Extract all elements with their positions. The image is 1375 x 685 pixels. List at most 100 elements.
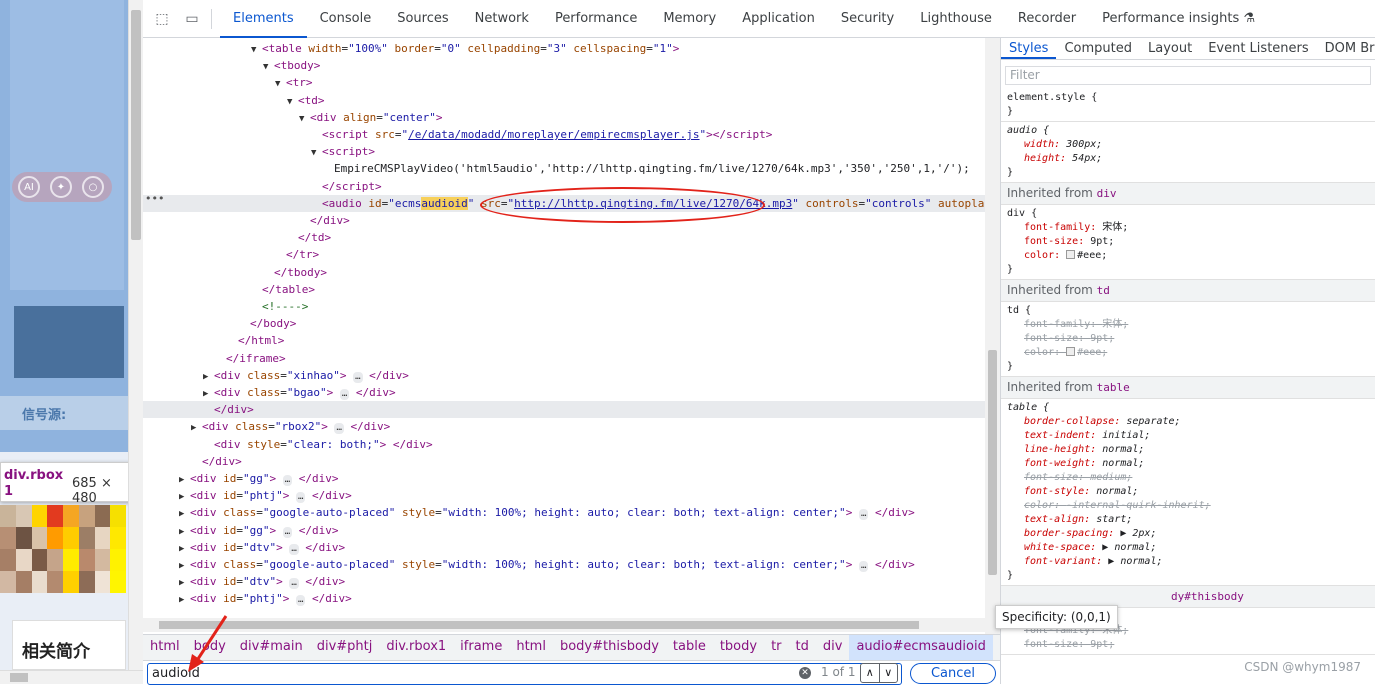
rule-selector[interactable]: td {: [1007, 304, 1369, 318]
breadcrumb-item[interactable]: div#main: [233, 635, 310, 661]
dom-node-line[interactable]: ▶ <div class="bgao"> … </div>: [143, 384, 985, 401]
dom-node-line[interactable]: </tr>: [143, 246, 985, 263]
page-scroll-thumb[interactable]: [131, 10, 141, 240]
rule-selector[interactable]: audio {: [1007, 124, 1369, 138]
styles-tab[interactable]: Computed: [1056, 40, 1140, 59]
breadcrumb-item[interactable]: tr: [764, 635, 788, 661]
style-property[interactable]: color: #eee;: [1007, 249, 1369, 263]
dom-node-line[interactable]: </iframe>: [143, 350, 985, 367]
search-input[interactable]: audioid: [147, 663, 902, 685]
tab-sources[interactable]: Sources: [384, 0, 461, 38]
dom-node-line[interactable]: </div>: [143, 453, 985, 470]
element-style-selector[interactable]: element.style {: [1007, 91, 1369, 105]
floating-toolbar[interactable]: AI ✦ ○: [12, 172, 112, 202]
style-property[interactable]: font-size: 9pt;: [1007, 235, 1369, 249]
tab-performance-insights[interactable]: Performance insights ⚗: [1089, 0, 1268, 38]
styles-tab[interactable]: Styles: [1001, 40, 1057, 59]
dom-node-line[interactable]: ▶ <div class="xinhao"> … </div>: [143, 367, 985, 384]
inherited-tag[interactable]: table: [1097, 381, 1130, 394]
tab-network[interactable]: Network: [462, 0, 542, 38]
dom-node-line[interactable]: ▼ <div align="center">: [143, 109, 985, 126]
search-icon[interactable]: ○: [82, 176, 104, 198]
dom-node-line[interactable]: ▶ <div class="google-auto-placed" style="…: [143, 556, 985, 573]
style-property[interactable]: text-indent: initial;: [1007, 429, 1369, 443]
tab-lighthouse[interactable]: Lighthouse: [907, 0, 1005, 38]
styles-tab[interactable]: DOM Breakp: [1317, 40, 1375, 59]
rule-selector[interactable]: div {: [1007, 207, 1369, 221]
breadcrumb-item[interactable]: div.rbox1: [379, 635, 453, 661]
tab-application[interactable]: Application: [729, 0, 828, 38]
style-property[interactable]: font-variant: ▶ normal;: [1007, 555, 1369, 569]
style-property[interactable]: line-height: normal;: [1007, 443, 1369, 457]
styles-tab[interactable]: Layout: [1140, 40, 1200, 59]
dom-node-line[interactable]: </td>: [143, 229, 985, 246]
dom-node-line[interactable]: <div style="clear: both;"> </div>: [143, 436, 985, 453]
tab-console[interactable]: Console: [307, 0, 385, 38]
dom-node-line[interactable]: ▶ <div id="dtv"> … </div>: [143, 573, 985, 590]
dom-node-line[interactable]: ▼ <tbody>: [143, 57, 985, 74]
dom-node-line[interactable]: ▼ <table width="100%" border="0" cellpadd…: [143, 40, 985, 57]
inherited-tag[interactable]: div: [1097, 187, 1117, 200]
dom-node-line[interactable]: ▼ <tr>: [143, 74, 985, 91]
magic-wand-icon[interactable]: ✦: [50, 176, 72, 198]
dom-node-line[interactable]: </tbody>: [143, 264, 985, 281]
tab-recorder[interactable]: Recorder: [1005, 0, 1089, 38]
tab-memory[interactable]: Memory: [650, 0, 729, 38]
dom-node-line[interactable]: EmpireCMSPlayVideo('html5audio','http://…: [143, 160, 985, 177]
breadcrumb-item[interactable]: html: [509, 635, 553, 661]
breadcrumb-item[interactable]: table: [666, 635, 713, 661]
style-property[interactable]: width: 300px;: [1007, 138, 1369, 152]
dom-node-line[interactable]: ▶ <div id="phtj"> … </div>: [143, 590, 985, 607]
breadcrumb-item[interactable]: div#phtj: [310, 635, 380, 661]
style-property[interactable]: white-space: ▶ normal;: [1007, 541, 1369, 555]
clear-search-icon[interactable]: ✕: [799, 667, 811, 679]
chevron-down-icon[interactable]: ∨: [878, 664, 898, 682]
more-options-dots[interactable]: •••: [145, 192, 164, 205]
tab-performance[interactable]: Performance: [542, 0, 650, 38]
ai-icon[interactable]: AI: [18, 176, 40, 198]
chevron-up-icon[interactable]: ∧: [861, 664, 879, 682]
breadcrumb-item[interactable]: html: [143, 635, 187, 661]
color-swatch[interactable]: [1066, 250, 1076, 259]
dom-node-line[interactable]: ▶ <div id="dtv"> … </div>: [143, 539, 985, 556]
breadcrumb-item[interactable]: td: [789, 635, 816, 661]
style-property[interactable]: font-size: 9pt;: [1007, 638, 1369, 652]
dom-node-line[interactable]: <script src="/e/data/modadd/moreplayer/e…: [143, 126, 985, 143]
style-property[interactable]: font-weight: normal;: [1007, 457, 1369, 471]
style-property[interactable]: text-align: start;: [1007, 513, 1369, 527]
dom-node-line[interactable]: ▶ <div id="phtj"> … </div>: [143, 487, 985, 504]
dom-vscroll-thumb[interactable]: [988, 350, 997, 575]
dom-horizontal-scrollbar[interactable]: [143, 618, 985, 632]
tab-elements[interactable]: Elements: [220, 0, 307, 38]
dom-node-line[interactable]: ▶ <div id="gg"> … </div>: [143, 470, 985, 487]
dom-node-line[interactable]: <!---->: [143, 298, 985, 315]
breadcrumb-item[interactable]: div: [816, 635, 850, 661]
style-property[interactable]: font-style: normal;: [1007, 485, 1369, 499]
inherited-tag[interactable]: td: [1097, 284, 1110, 297]
dom-hscroll-thumb[interactable]: [159, 621, 919, 629]
page-hscroll-thumb[interactable]: [10, 673, 28, 682]
cancel-button[interactable]: Cancel: [910, 663, 996, 684]
color-swatch[interactable]: [1066, 347, 1076, 356]
style-property[interactable]: color: #eee;: [1007, 346, 1369, 360]
style-property[interactable]: height: 54px;: [1007, 152, 1369, 166]
breadcrumb-item[interactable]: audio#ecmsaudioid: [849, 634, 993, 661]
breadcrumb-item[interactable]: tbody: [713, 635, 764, 661]
dom-node-line[interactable]: </table>: [143, 281, 985, 298]
tab-security[interactable]: Security: [828, 0, 907, 38]
style-property[interactable]: color: -internal-quirk-inherit;: [1007, 499, 1369, 513]
styles-filter-input[interactable]: Filter: [1005, 66, 1371, 85]
dom-node-line[interactable]: </div>: [143, 401, 985, 419]
breadcrumb-item[interactable]: iframe: [453, 635, 509, 661]
dom-node-line[interactable]: ▶ <div class="google-auto-placed" style="…: [143, 504, 985, 521]
dom-node-line[interactable]: ▼ <td>: [143, 92, 985, 109]
styles-tab[interactable]: Event Listeners: [1200, 40, 1316, 59]
collapsed-triangle-icon[interactable]: ▶: [179, 592, 190, 609]
style-property[interactable]: font-size: medium;: [1007, 471, 1369, 485]
dom-node-line[interactable]: ▶ <div class="rbox2"> … </div>: [143, 418, 985, 435]
style-property[interactable]: border-collapse: separate;: [1007, 415, 1369, 429]
style-property[interactable]: border-spacing: ▶ 2px;: [1007, 527, 1369, 541]
style-property[interactable]: font-family: 宋体;: [1007, 318, 1369, 332]
dom-node-line[interactable]: </body>: [143, 315, 985, 332]
dom-node-line[interactable]: ▼ <script>: [143, 143, 985, 160]
